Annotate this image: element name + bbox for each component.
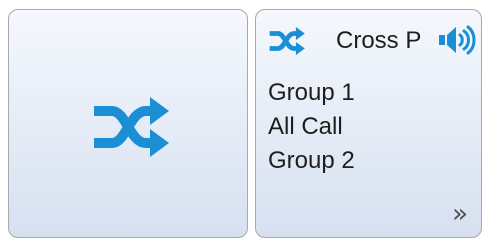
speaker-icon[interactable] <box>438 24 476 56</box>
group-list: Group 1 All Call Group 2 <box>268 76 355 178</box>
cross-patch-tile-empty[interactable] <box>8 9 248 238</box>
list-item: Group 2 <box>268 147 355 174</box>
list-item: All Call <box>268 113 343 140</box>
shuffle-icon <box>269 26 305 56</box>
list-item: Group 1 <box>268 79 355 106</box>
shuffle-icon <box>94 97 169 157</box>
double-chevron-right-icon[interactable]: » <box>452 201 468 227</box>
patch-title: Cross P <box>336 27 422 54</box>
cross-patch-tile[interactable]: Cross P Group 1 All Call Group 2 » <box>255 9 482 238</box>
